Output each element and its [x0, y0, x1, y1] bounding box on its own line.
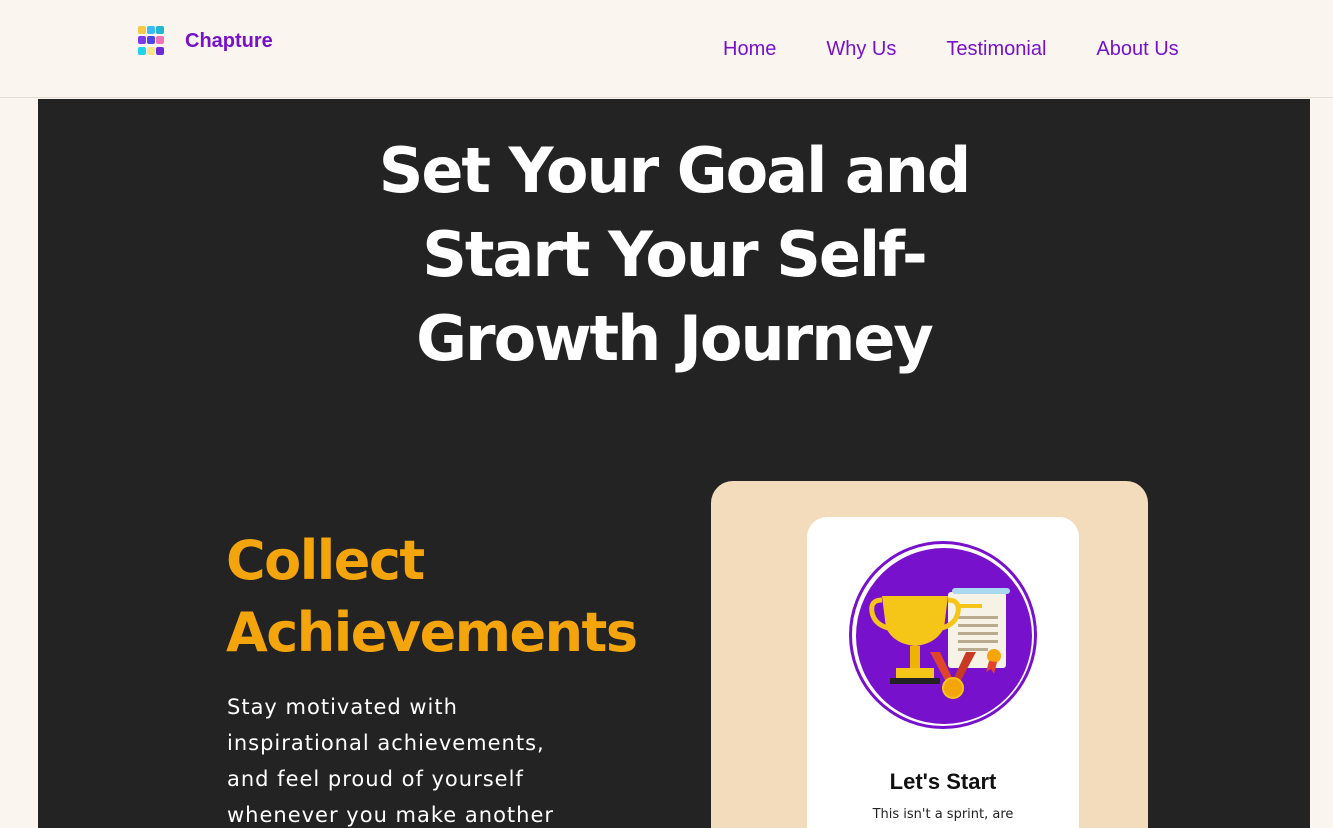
card-title: Let's Start: [889, 769, 997, 794]
navbar: Chapture Home Why Us Testimonial About U…: [0, 0, 1333, 98]
nav-link-home[interactable]: Home: [723, 38, 776, 61]
nav-link-about-us[interactable]: About Us: [1096, 38, 1178, 61]
nav-link-why-us[interactable]: Why Us: [826, 38, 896, 61]
hero-title: Set Your Goal and Start Your Self-Growth…: [378, 134, 972, 375]
grid-logo-icon: [138, 26, 168, 56]
brand-name: Chapture: [185, 29, 273, 52]
hero-section: Set Your Goal and Start Your Self-Growth…: [38, 99, 1310, 828]
nav-link-testimonial[interactable]: Testimonial: [946, 38, 1046, 61]
logo[interactable]: Chapture: [138, 26, 273, 56]
feature-card: Let's Start This isn't a sprint, are: [807, 517, 1079, 828]
card-description: This isn't a sprint, are: [872, 807, 1014, 822]
feature-card-background: Let's Start This isn't a sprint, are: [711, 481, 1148, 828]
feature-title: Collect Achievements: [226, 529, 638, 664]
feature-description: Stay motivated with inspirational achiev…: [227, 695, 555, 827]
nav-menu: Home Why Us Testimonial About Us: [723, 38, 1229, 61]
trophy-certificate-medal-icon: [849, 541, 1037, 729]
